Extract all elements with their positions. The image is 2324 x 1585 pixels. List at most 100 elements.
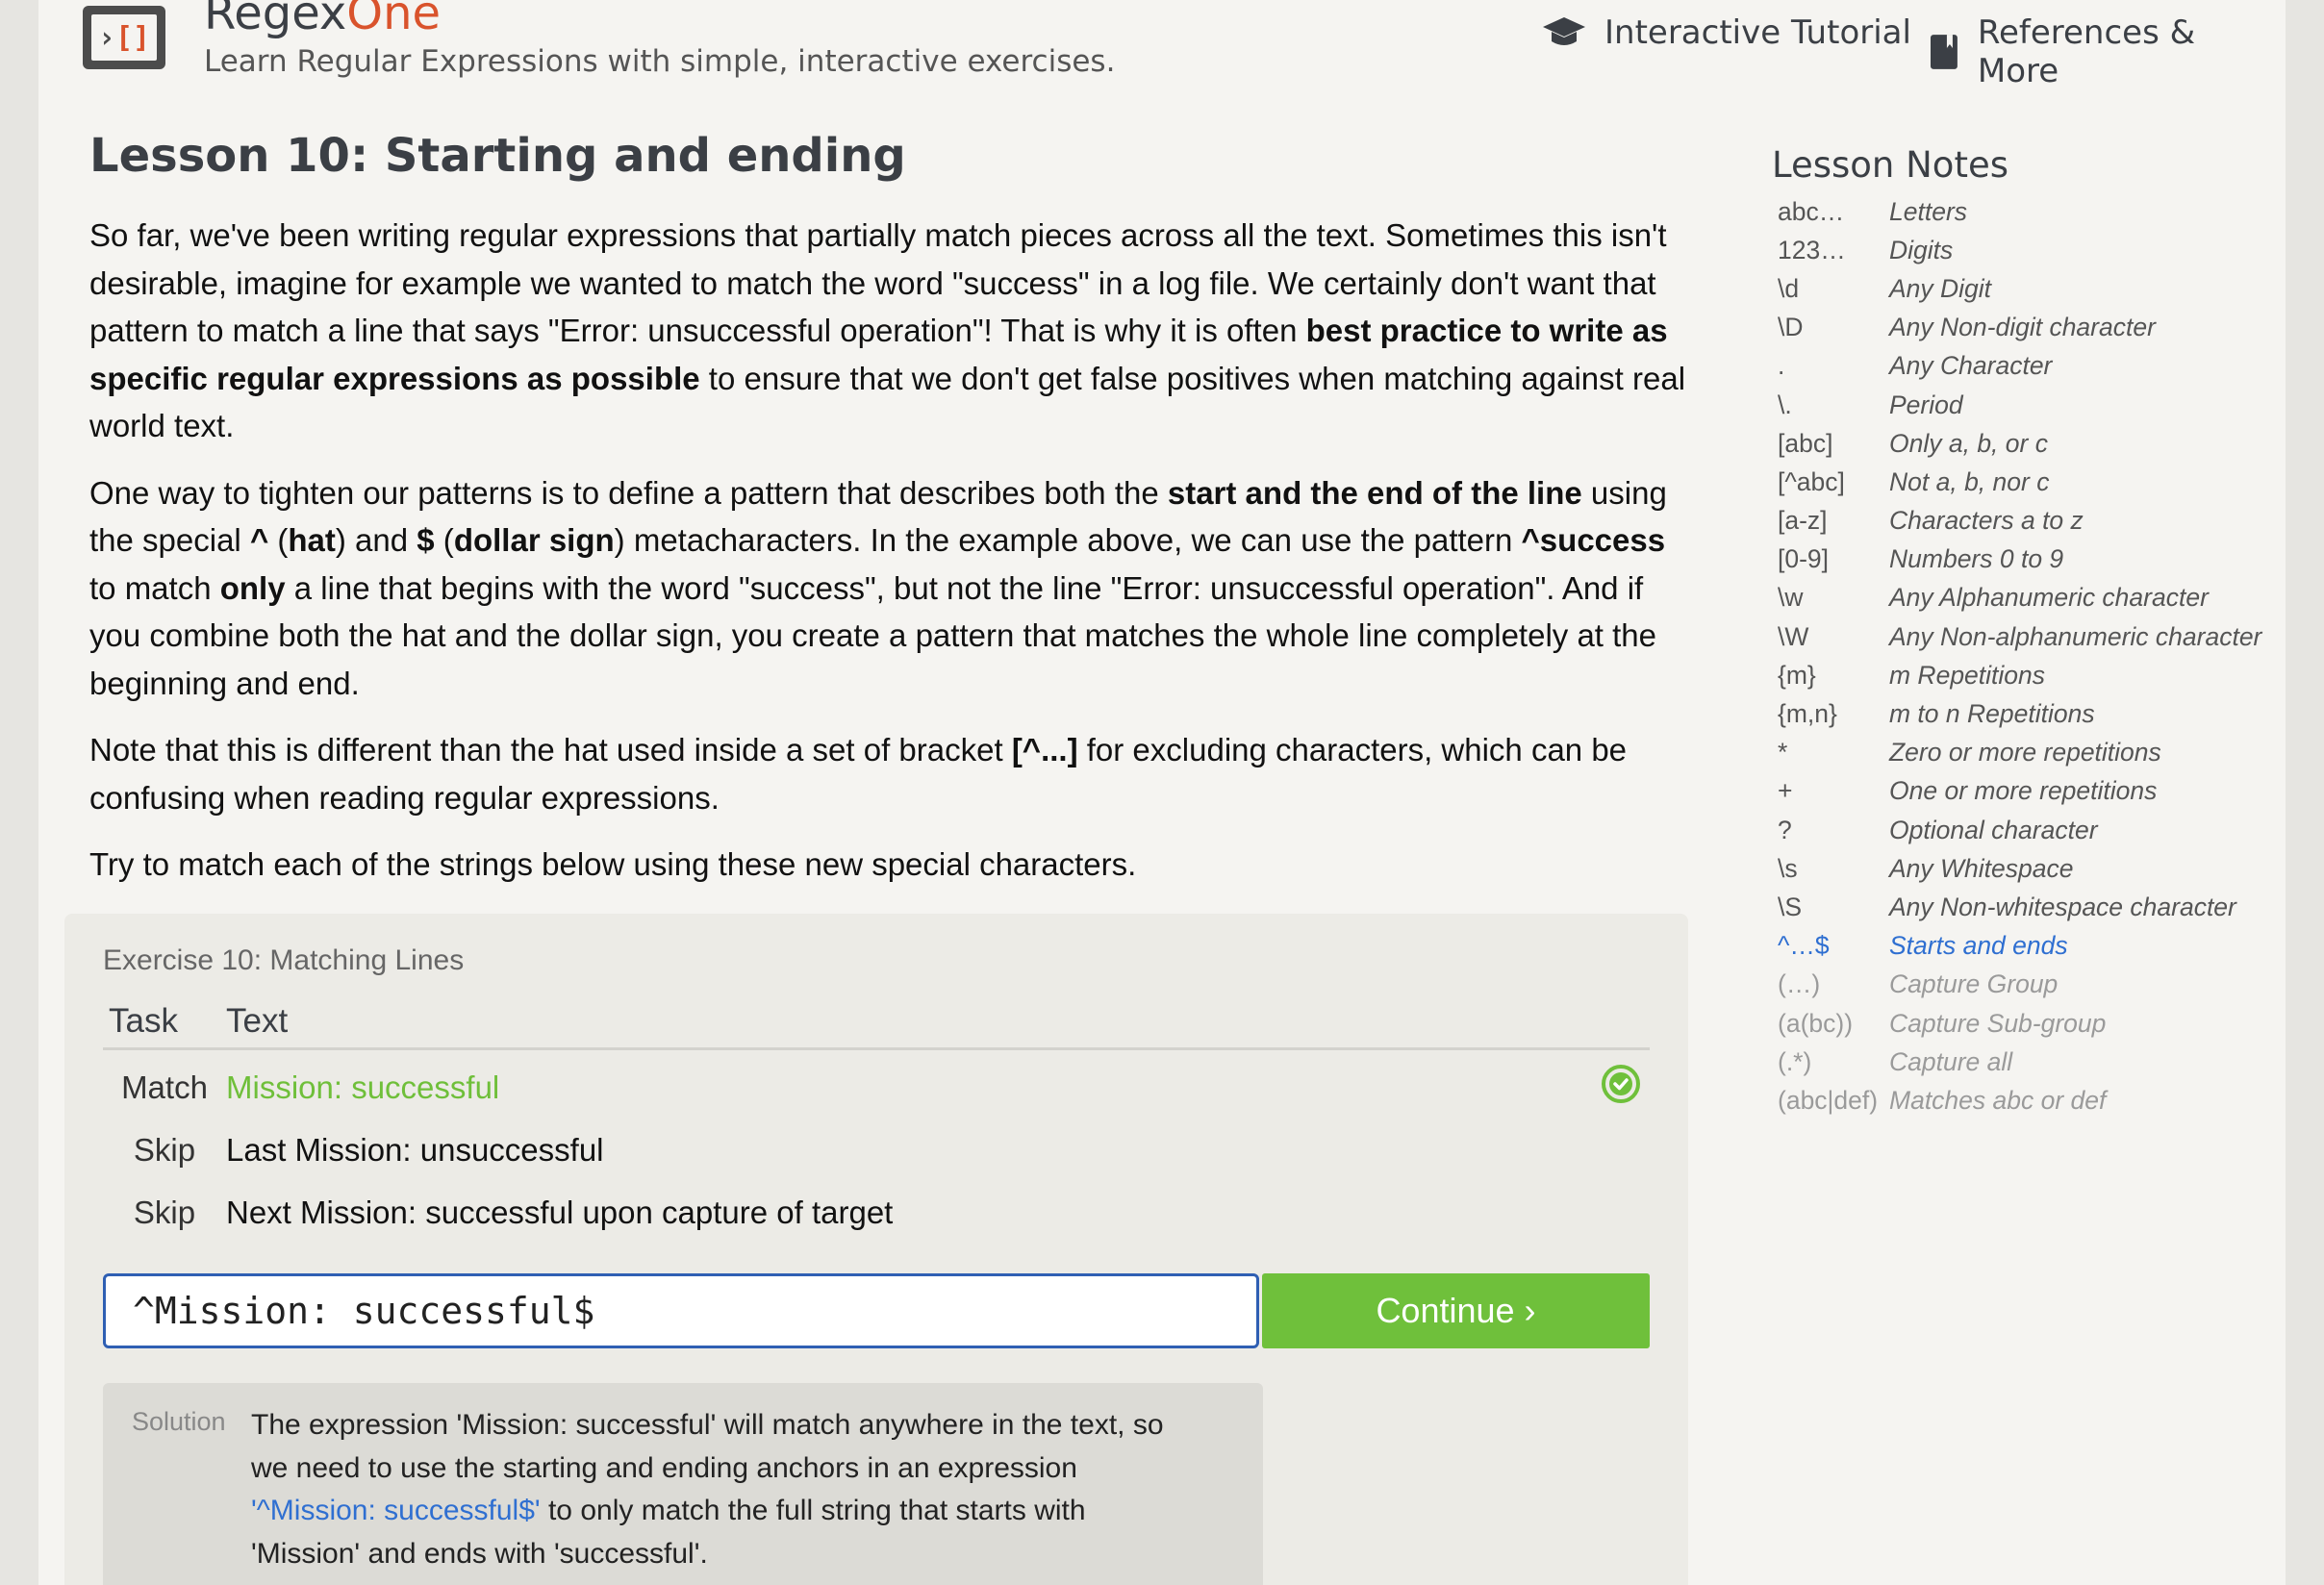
lesson-note-description: Any Non-digit character [1889,313,2156,342]
lesson-note-item[interactable]: * Zero or more repetitions [1778,734,2261,772]
solution-code: '^Mission: successful$' [251,1495,541,1526]
lesson-note-symbol: \d [1778,273,1800,303]
lesson-note-description: Period [1889,390,1963,419]
task-table-header: Task Text [103,995,1650,1050]
lesson-note-item[interactable]: abc… Letters [1778,192,2261,231]
lesson-note-item[interactable]: \D Any Non-digit character [1778,309,2261,347]
nav-interactive-tutorial[interactable]: Interactive Tutorial [1541,13,1911,52]
lesson-note-description: Not a, b, nor c [1889,466,2050,496]
lesson-note-item[interactable]: [abc] Only a, b, or c [1778,424,2261,463]
lesson-note-symbol: * [1778,738,1788,767]
lesson-note-description: Any Character [1889,351,2053,381]
lesson-note-item[interactable]: [^abc] Not a, b, nor c [1778,463,2261,501]
lesson-note-item[interactable]: \w Any Alphanumeric character [1778,579,2261,617]
task-row: Skip Last Mission: unsuccessful [103,1119,1650,1181]
lesson-note-item[interactable]: (.*) Capture all [1778,1043,2261,1081]
brand-name[interactable]: RegexOne [204,0,441,42]
lesson-note-symbol: (a(bc)) [1778,1008,1854,1038]
task-row: Match Mission: successful [103,1056,1650,1119]
lesson-note-symbol: (…) [1778,969,1821,999]
task-type: Match [121,1069,208,1105]
lesson-paragraph-4: Try to match each of the strings below u… [89,846,1137,882]
lesson-note-item[interactable]: (…) Capture Group [1778,966,2261,1004]
lesson-note-description: Zero or more repetitions [1889,738,2161,767]
lesson-note-item[interactable]: \W Any Non-alphanumeric character [1778,617,2261,656]
lesson-note-description: Any Non-alphanumeric character [1889,621,2262,651]
regex-input[interactable] [103,1273,1259,1348]
lesson-note-symbol: abc… [1778,196,1845,226]
logo-brackets: [] [114,20,151,55]
lesson-note-symbol: \. [1778,390,1792,419]
lesson-note-symbol: \s [1778,853,1798,883]
lesson-note-description: m Repetitions [1889,660,2046,690]
lesson-note-symbol: \D [1778,313,1804,342]
lesson-note-item[interactable]: (a(bc)) Capture Sub-group [1778,1004,2261,1043]
task-status [1592,1119,1650,1181]
logo-icon[interactable]: › [] [83,6,165,69]
lesson-note-item[interactable]: ? Optional character [1778,811,2261,849]
task-status [1592,1056,1650,1119]
lesson-note-description: m to n Repetitions [1889,699,2095,729]
lesson-note-description: Starts and ends [1889,931,2068,961]
lesson-note-description: Capture all [1889,1046,2013,1076]
lesson-note-item[interactable]: {m,n} m to n Repetitions [1778,694,2261,733]
lesson-note-description: Letters [1889,196,1968,226]
lesson-note-symbol: ^…$ [1778,931,1830,961]
lesson-note-item[interactable]: [0-9] Numbers 0 to 9 [1778,541,2261,579]
lesson-note-symbol: 123… [1778,235,1846,264]
brand-main: Regex [204,0,347,40]
lesson-note-item[interactable]: \. Period [1778,386,2261,424]
task-type: Skip [133,1194,196,1230]
lesson-note-item[interactable]: + One or more repetitions [1778,772,2261,811]
check-circle-icon [1602,1064,1640,1103]
lesson-body: So far, we've been writing regular expre… [89,212,1696,908]
task-column-header: Task [103,995,226,1050]
text-column-header: Text [226,995,1592,1050]
page: › [] RegexOne Learn Regular Expressions … [38,0,2286,1585]
lesson-paragraph-3: Note that this is different than the hat… [89,732,1628,816]
lesson-note-item[interactable]: \s Any Whitespace [1778,849,2261,888]
continue-button[interactable]: Continue › [1262,1273,1650,1348]
nav-references[interactable]: References & More [1928,13,2286,90]
lesson-note-item[interactable]: ^…$ Starts and ends [1778,927,2261,966]
lesson-note-symbol: \S [1778,892,1803,921]
lesson-note-description: Any Alphanumeric character [1889,583,2209,613]
lesson-note-symbol: [a-z] [1778,506,1828,536]
lesson-paragraph-1: So far, we've been writing regular expre… [89,217,1686,443]
lesson-note-symbol: [^abc] [1778,466,1845,496]
logo-gt: › [97,20,115,55]
lesson-note-item[interactable]: \S Any Non-whitespace character [1778,888,2261,926]
lesson-note-description: Digits [1889,235,1954,264]
lesson-note-description: One or more repetitions [1889,776,2158,806]
exercise-task-table: Task Text Match Mission: successful Skip La… [103,995,1650,1244]
lesson-note-item[interactable]: [a-z] Characters a to z [1778,502,2261,541]
lesson-note-description: Only a, b, or c [1889,428,2048,458]
lesson-note-item[interactable]: \d Any Digit [1778,269,2261,308]
solution-text: The expression 'Mission: successful' wil… [251,1409,1164,1570]
lesson-note-symbol: \W [1778,621,1809,651]
task-text: Last Mission: unsuccessful [226,1131,604,1168]
lesson-note-symbol: {m,n} [1778,699,1837,729]
lesson-note-item[interactable]: (abc|def) Matches abc or def [1778,1081,2261,1120]
lesson-note-item[interactable]: . Any Character [1778,347,2261,386]
lesson-note-description: Numbers 0 to 9 [1889,544,2064,574]
lesson-note-description: Any Non-whitespace character [1889,892,2236,921]
lesson-note-item[interactable]: {m} m Repetitions [1778,656,2261,694]
solution-box: Solution The expression 'Mission: succes… [103,1383,1263,1585]
exercise-title: Exercise 10: Matching Lines [103,944,465,976]
graduation-cap-icon [1543,17,1585,45]
task-text: Mission: successful [226,1069,500,1105]
lesson-note-symbol: . [1778,351,1785,381]
lesson-title: Lesson 10: Starting and ending [89,129,906,183]
task-row: Skip Next Mission: successful upon captur… [103,1181,1650,1244]
nav-references-label: References & More [1977,13,2196,90]
lesson-note-symbol: + [1778,776,1793,806]
lesson-note-item[interactable]: 123… Digits [1778,231,2261,269]
lesson-note-symbol: [abc] [1778,428,1833,458]
nav-tutorial-label: Interactive Tutorial [1604,13,1911,52]
lesson-note-symbol: ? [1778,815,1792,844]
lesson-notes-list: abc… Letters 123… Digits \d Any Digit \D Any No… [1778,192,2261,1120]
lesson-note-description: Capture Sub-group [1889,1008,2107,1038]
lesson-note-symbol: \w [1778,583,1804,613]
exercise-panel: Exercise 10: Matching Lines Task Text Ma… [64,914,1688,1585]
